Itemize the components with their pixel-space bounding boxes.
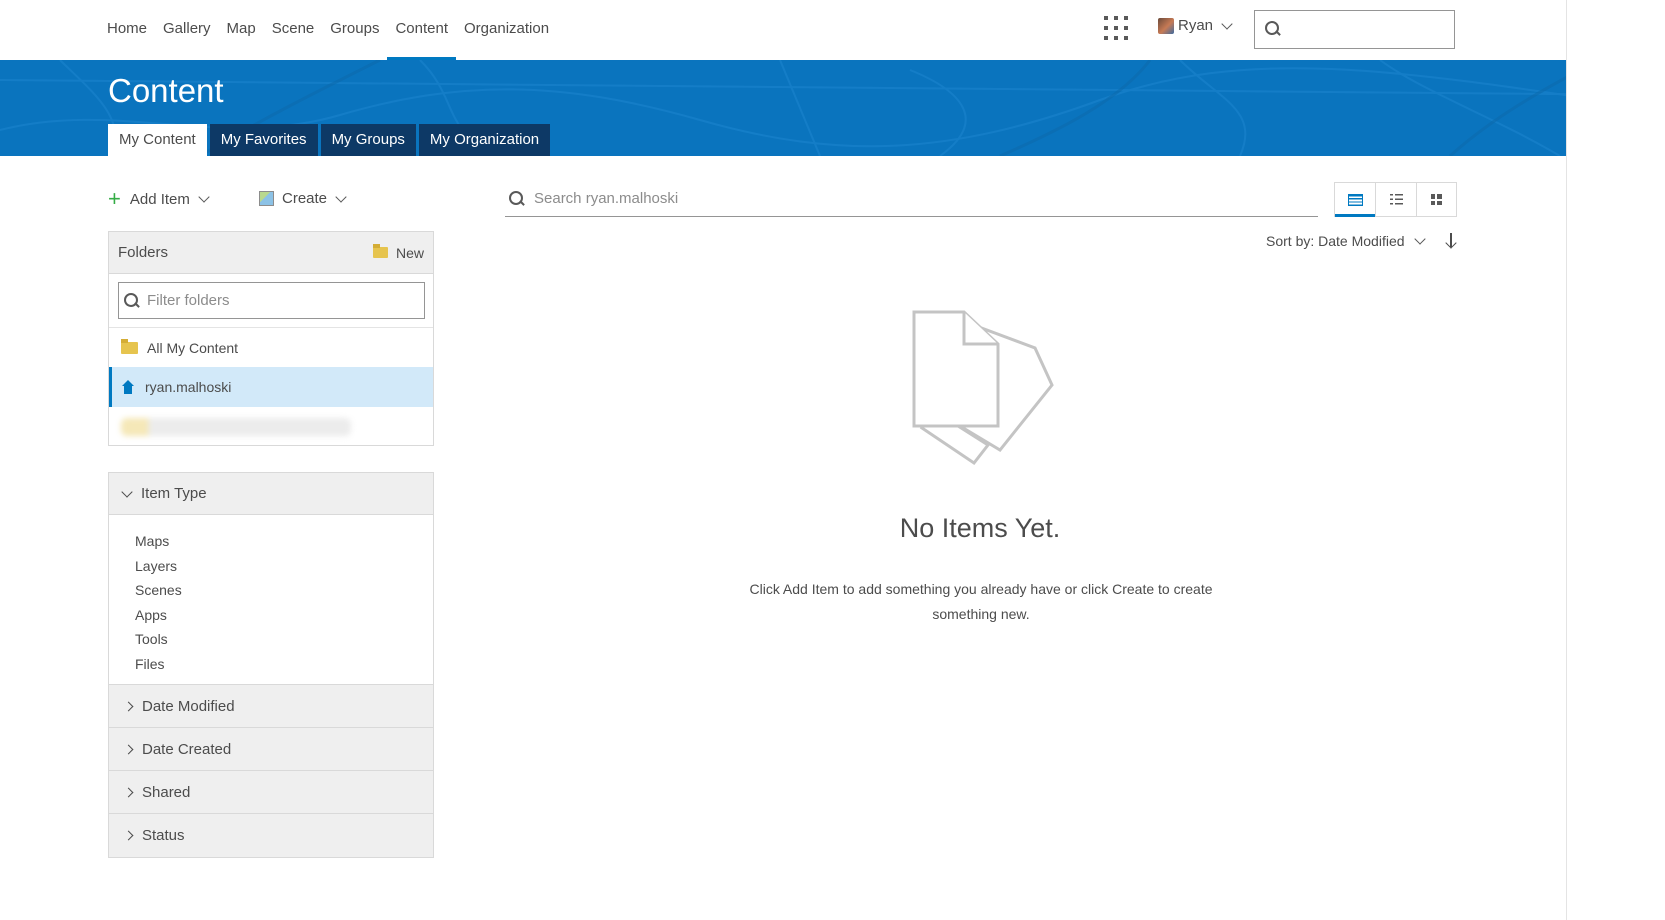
filter-folders-input[interactable]: Filter folders <box>118 282 425 319</box>
folder-label: ryan.malhoski <box>145 379 232 395</box>
app-launcher-icon[interactable] <box>1104 16 1128 40</box>
empty-state-title: No Items Yet. <box>899 513 1061 543</box>
item-type-apps[interactable]: Apps <box>135 603 433 628</box>
empty-state-message: Click Add Item to add something you alre… <box>749 581 1213 622</box>
create-label: Create <box>282 190 328 207</box>
nav-gallery[interactable]: Gallery <box>155 0 219 60</box>
create-button[interactable]: Create <box>259 190 347 207</box>
search-icon <box>509 191 525 207</box>
chevron-right-icon <box>123 787 134 797</box>
item-type-files[interactable]: Files <box>135 652 433 677</box>
home-icon <box>121 380 135 394</box>
item-type-title: Item Type <box>141 485 207 502</box>
chevron-down-icon <box>335 190 347 203</box>
item-type-options: Maps Layers Scenes Apps Tools Files <box>109 515 433 685</box>
folder-ryan-malhoski[interactable]: ryan.malhoski <box>109 367 433 407</box>
folder-icon <box>121 338 138 354</box>
chevron-down-icon <box>1413 233 1426 245</box>
nav-organization[interactable]: Organization <box>456 0 557 60</box>
table-icon <box>1347 193 1363 206</box>
page-title: Content <box>108 72 224 109</box>
section-title: Date Modified <box>142 697 235 715</box>
top-navigation: Home Gallery Map Scene Groups Content Or… <box>0 0 1665 60</box>
create-icon <box>259 191 274 206</box>
user-menu[interactable]: Ryan <box>1158 17 1233 34</box>
nav-map[interactable]: Map <box>219 0 264 60</box>
folder-icon <box>372 244 388 258</box>
sort-direction-arrow-down-icon[interactable] <box>1445 232 1457 248</box>
tab-my-groups[interactable]: My Groups <box>320 124 416 156</box>
add-item-label: Add Item <box>129 190 190 208</box>
item-type-maps[interactable]: Maps <box>135 529 433 554</box>
scrollbar-gutter <box>1566 0 1665 920</box>
redacted-folder-label <box>121 418 351 436</box>
item-type-section-header[interactable]: Item Type <box>109 473 433 515</box>
nav-home[interactable]: Home <box>99 0 155 60</box>
date-created-section-header[interactable]: Date Created <box>109 728 433 771</box>
section-title: Status <box>142 827 185 844</box>
status-section-header[interactable]: Status <box>109 814 433 857</box>
tab-my-favorites[interactable]: My Favorites <box>209 124 318 156</box>
list-view-button[interactable] <box>1375 183 1415 216</box>
global-search-input[interactable] <box>1254 10 1455 49</box>
item-type-tools[interactable]: Tools <box>135 627 433 652</box>
section-title: Date Created <box>142 740 232 758</box>
chevron-right-icon <box>123 701 134 711</box>
sort-by-dropdown[interactable]: Sort by: Date Modified <box>1266 233 1426 249</box>
tab-my-organization[interactable]: My Organization <box>418 124 551 156</box>
nav-groups[interactable]: Groups <box>322 0 387 60</box>
tab-my-content[interactable]: My Content <box>108 124 207 156</box>
chevron-down-icon <box>198 191 210 203</box>
chevron-down-icon <box>121 485 133 498</box>
list-icon <box>1389 194 1403 205</box>
content-banner: Content My Content My Favorites My Group… <box>0 60 1665 156</box>
item-type-layers[interactable]: Layers <box>135 554 433 579</box>
filters-panel: Item Type Maps Layers Scenes Apps Tools … <box>108 472 434 858</box>
plus-icon: + <box>108 186 121 211</box>
folder-label: All My Content <box>147 339 239 356</box>
nav-scene[interactable]: Scene <box>264 0 323 60</box>
chevron-down-icon <box>1221 17 1233 30</box>
search-icon <box>124 293 140 309</box>
sort-by-label: Sort by: Date Modified <box>1266 233 1405 249</box>
shared-section-header[interactable]: Shared <box>109 771 433 814</box>
empty-documents-icon <box>912 310 1054 466</box>
folders-panel: Folders New Filter folders All My Conten… <box>108 231 434 446</box>
add-item-button[interactable]: + Add Item <box>108 186 210 211</box>
filter-folders-placeholder: Filter folders <box>147 292 230 309</box>
grid-icon <box>1430 194 1442 205</box>
table-view-button[interactable] <box>1335 183 1376 217</box>
folder-all-my-content[interactable]: All My Content <box>109 327 433 367</box>
user-name: Ryan <box>1178 17 1214 34</box>
chevron-right-icon <box>123 744 134 754</box>
folders-header: Folders New <box>109 232 433 274</box>
folders-title: Folders <box>118 244 169 261</box>
nav-links: Home Gallery Map Scene Groups Content Or… <box>99 0 557 60</box>
new-folder-button[interactable]: New <box>372 244 424 261</box>
item-type-scenes[interactable]: Scenes <box>135 578 433 603</box>
view-mode-toggle <box>1334 182 1457 217</box>
content-tabs: My Content My Favorites My Groups My Org… <box>108 124 551 156</box>
avatar <box>1158 17 1174 34</box>
date-modified-section-header[interactable]: Date Modified <box>109 685 433 728</box>
new-folder-label: New <box>395 244 424 261</box>
search-icon <box>1265 21 1281 37</box>
content-search-placeholder: Search ryan.malhoski <box>534 190 679 207</box>
nav-content[interactable]: Content <box>387 0 456 60</box>
folder-redacted[interactable] <box>109 407 433 447</box>
section-title: Shared <box>142 783 191 801</box>
chevron-right-icon <box>123 830 134 841</box>
grid-view-button[interactable] <box>1415 183 1456 216</box>
content-search-input[interactable]: Search ryan.malhoski <box>505 181 1318 217</box>
